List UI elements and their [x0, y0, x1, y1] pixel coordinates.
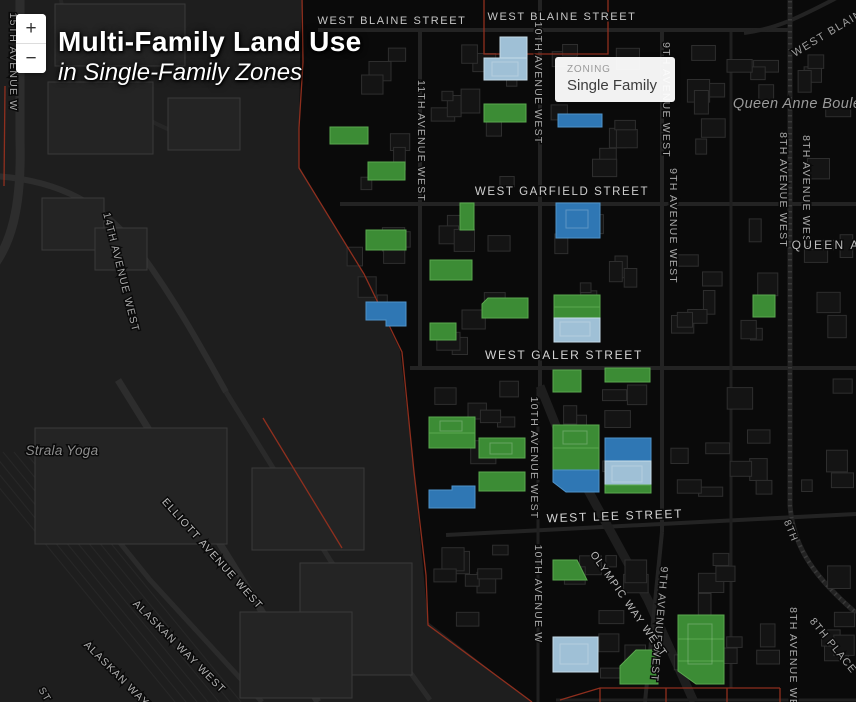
landuse-parcel-green[interactable]	[482, 298, 528, 318]
landuse-parcel-green[interactable]	[484, 104, 526, 122]
street-label: 10TH AVENUE W	[532, 545, 544, 644]
landuse-parcel-blue[interactable]	[556, 203, 600, 238]
landuse-parcel-green[interactable]	[479, 438, 525, 458]
landuse-parcel-green[interactable]	[605, 368, 650, 382]
landuse-parcel-lightblue[interactable]	[500, 37, 527, 60]
street-label: 9TH AVENUE WEST	[660, 42, 672, 158]
street-label: Queen Anne Boulevard	[733, 96, 856, 112]
street-label: WEST GALER STREET	[485, 348, 643, 362]
landuse-parcel-green[interactable]	[368, 162, 405, 180]
landuse-parcel-green[interactable]	[554, 295, 600, 307]
landuse-parcel-green[interactable]	[553, 370, 581, 392]
zoom-in-button[interactable]: +	[16, 14, 46, 43]
map-canvas[interactable]: WEST BLAINE STREET WEST BLAINE STREET WEST…	[0, 0, 856, 702]
street-label: WEST BLAINE STREET	[487, 11, 636, 23]
street-label: WEST BLAINE STREET	[317, 15, 466, 27]
landuse-parcel-green[interactable]	[554, 307, 600, 318]
landuse-parcel-green[interactable]	[479, 472, 525, 491]
landuse-parcel-green[interactable]	[553, 425, 599, 448]
landuse-parcel-green[interactable]	[330, 127, 368, 144]
landuse-parcel-green[interactable]	[605, 485, 651, 493]
street-label: 8TH AVENUE WEST	[787, 607, 799, 702]
zoom-out-button[interactable]: −	[16, 44, 46, 73]
street-label: 8TH AVENUE WEST	[800, 135, 812, 251]
landuse-parcel-green[interactable]	[429, 433, 475, 448]
landuse-parcel-blue[interactable]	[558, 114, 602, 127]
landuse-parcel-blue[interactable]	[605, 438, 651, 461]
street-label: QUEEN ANNE	[792, 238, 856, 252]
landuse-parcel-green[interactable]	[678, 615, 724, 639]
street-label: 10TH AVENUE WEST	[532, 22, 544, 145]
street-label: 10TH AVENUE WEST	[528, 397, 540, 520]
street-label: 11TH AVENUE WEST	[415, 80, 427, 202]
street-label: WEST GARFIELD STREET	[475, 186, 649, 198]
landuse-parcel-green[interactable]	[553, 448, 599, 470]
landuse-parcel-green[interactable]	[366, 230, 406, 250]
street-label: Strala Yoga	[26, 443, 99, 458]
map-application: WEST BLAINE STREET WEST BLAINE STREET WEST…	[0, 0, 856, 702]
landuse-parcel-green[interactable]	[430, 323, 456, 340]
zoom-control: + −	[16, 14, 46, 73]
landuse-parcel-green[interactable]	[678, 639, 724, 661]
landuse-parcel-green[interactable]	[430, 260, 472, 280]
landuse-parcel-lightblue[interactable]	[484, 58, 527, 80]
landuse-parcel-green[interactable]	[753, 295, 775, 317]
landuse-parcel-green[interactable]	[460, 203, 474, 230]
street-label: 9TH AVENUE WEST	[667, 168, 679, 284]
street-label: 8TH AVENUE WEST	[777, 132, 789, 248]
